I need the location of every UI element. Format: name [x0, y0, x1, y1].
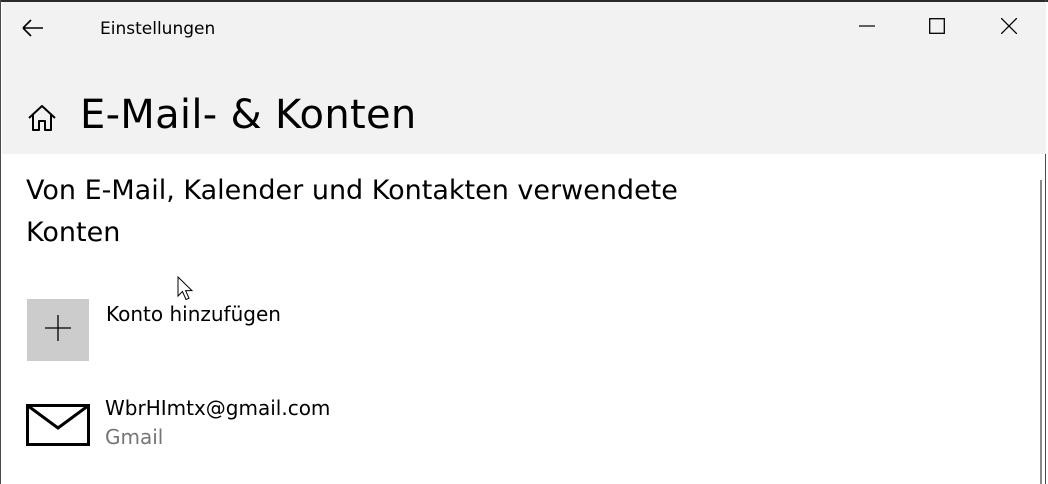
home-icon[interactable] — [26, 102, 60, 136]
title-bar[interactable]: Einstellungen — [2, 2, 1046, 54]
close-icon — [1000, 17, 1018, 38]
section-title: Von E-Mail, Kalender und Kontakten verwe… — [26, 175, 678, 248]
plus-icon — [45, 315, 71, 345]
back-button[interactable] — [10, 8, 56, 52]
account-email: WbrHImtx@gmail.com — [105, 396, 331, 420]
maximize-icon — [929, 18, 945, 38]
page-header: E-Mail- & Konten — [2, 54, 1046, 154]
app-title: Einstellungen — [100, 19, 216, 39]
page-title: E-Mail- & Konten — [80, 92, 417, 138]
close-button[interactable] — [974, 2, 1044, 54]
account-provider: Gmail — [105, 425, 164, 449]
back-arrow-icon — [22, 19, 44, 41]
maximize-button[interactable] — [902, 2, 972, 54]
content-area: Von E-Mail, Kalender und Kontakten verwe… — [2, 154, 1040, 484]
minimize-icon — [859, 18, 875, 38]
add-account-button[interactable] — [27, 299, 89, 361]
settings-window: Einstellungen E-Mail- & Konten Von E-Mai… — [0, 0, 1046, 484]
mouse-cursor-icon — [177, 275, 195, 306]
minimize-button[interactable] — [832, 2, 902, 54]
mail-envelope-icon — [26, 404, 90, 450]
account-list-item[interactable]: WbrHImtx@gmail.com Gmail — [2, 392, 702, 462]
scrollbar[interactable] — [1040, 180, 1042, 484]
